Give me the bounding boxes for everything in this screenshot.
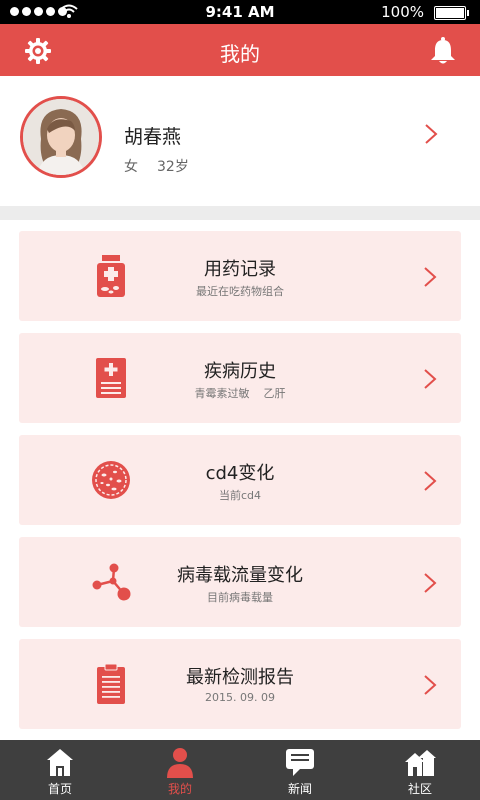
profile-age: 32岁 [157,159,189,175]
tab-community[interactable]: 社区 [360,740,480,800]
battery-icon [434,6,469,20]
menu-item-viral-load-change[interactable]: 病毒载流量变化 目前病毒载量 [19,537,461,627]
menu-item-subtitle: 最近在吃药物组合 [196,285,284,298]
chevron-right-icon [424,267,437,287]
chat-icon [286,749,314,776]
medicine-bottle-icon [97,255,125,297]
chevron-right-icon [424,675,437,695]
menu-item-medication-record[interactable]: 用药记录 最近在吃药物组合 [19,231,461,321]
profile-gender: 女 [124,159,138,175]
molecule-icon [92,563,131,601]
user-icon [167,748,193,778]
cell-icon [92,461,130,499]
menu-item-subtitle: 目前病毒载量 [207,591,273,604]
tab-label: 新闻 [287,782,312,796]
menu-item-latest-test-report[interactable]: 最新检测报告 2015. 09. 09 [19,639,461,729]
menu-item-disease-history[interactable]: 疾病历史 青霉素过敏 乙肝 [19,333,461,423]
bell-icon[interactable] [429,36,457,66]
tab-label: 首页 [47,782,72,796]
tab-label: 我的 [167,782,192,796]
menu-item-subtitle: 2015. 09. 09 [205,691,275,704]
clipboard-icon [97,663,125,704]
chevron-right-icon [424,573,437,593]
menu-item-subtitle: 青霉素过敏 乙肝 [194,387,286,400]
menu-item-title: cd4变化 [205,463,275,484]
menu-item-title: 疾病历史 [204,361,276,382]
home-icon [47,749,73,776]
profile-name: 胡春燕 [124,126,182,148]
status-bar: 9:41 AM 100% [0,0,480,24]
menu-item-cd4-change[interactable]: cd4变化 当前cd4 [19,435,461,525]
community-icon [405,750,436,776]
tab-home[interactable]: 首页 [0,740,120,800]
tab-news[interactable]: 新闻 [240,740,360,800]
chevron-right-icon [424,471,437,491]
battery-percentage: 100% [381,3,424,21]
tab-mine[interactable]: 我的 [120,740,240,800]
profile-section[interactable]: 胡春燕 女 32岁 [0,76,480,206]
menu-item-title: 最新检测报告 [186,667,294,688]
avatar[interactable] [20,96,102,178]
chevron-right-icon[interactable] [424,124,438,144]
menu-item-title: 用药记录 [204,259,276,280]
chevron-right-icon [424,369,437,389]
tab-label: 社区 [407,782,432,796]
bottom-tab-bar: 首页 我的 新闻 社区 [0,740,480,800]
menu-item-title: 病毒载流量变化 [177,565,303,586]
avatar-photo [23,99,99,175]
medical-record-icon [96,358,126,398]
section-divider [0,206,480,220]
menu-item-subtitle: 当前cd4 [218,489,262,502]
app-header: 我的 [0,24,480,76]
page-title: 我的 [220,42,260,66]
